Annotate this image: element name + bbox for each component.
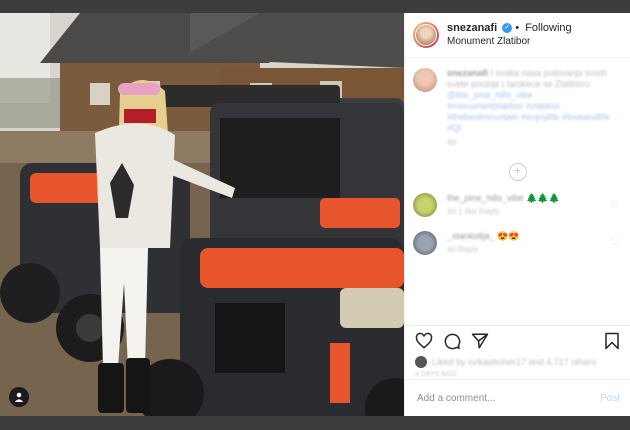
add-comment-bar: Post: [405, 379, 630, 416]
caption-avatar[interactable]: [413, 68, 437, 92]
author-avatar[interactable]: [413, 22, 439, 48]
comments-feed[interactable]: snezanafi I svaka nasa putovanja smoh sv…: [405, 58, 630, 324]
post-modal: snezanafi ✓ • Following Monument Zlatibo…: [0, 13, 630, 416]
post-comment-button[interactable]: Post: [600, 393, 620, 404]
reply-button[interactable]: Reply: [479, 207, 499, 216]
post-location[interactable]: Monument Zlatibor: [447, 35, 572, 48]
likes-text: Liked by svikasboher17 and 4,717 others: [432, 357, 597, 367]
post-date: 4 DAYS AGO: [415, 371, 457, 378]
post-header: snezanafi ✓ • Following Monument Zlatibo…: [405, 13, 630, 58]
person-tag-icon: [14, 392, 24, 402]
caption-hashtags[interactable]: #monumentzlatibor #zlatibor #thebestmoun…: [447, 101, 610, 133]
bookmark-icon[interactable]: [604, 332, 620, 350]
liker-avatar: [415, 356, 427, 368]
caption-meta: 4d: [447, 138, 456, 147]
comment-age: 4d: [447, 207, 456, 216]
author-username[interactable]: snezanafi: [447, 22, 497, 34]
comment-item: the_pine_hills_vibe 🌲🌲🌲 4d 1 like Reply …: [413, 193, 622, 217]
post-caption: snezanafi I svaka nasa putovanja smoh sv…: [413, 68, 622, 148]
comment-username[interactable]: the_pine_hills_vibe: [447, 193, 524, 203]
author-info: snezanafi ✓ • Following Monument Zlatibo…: [447, 22, 572, 48]
comment-heart-icon[interactable]: ♡: [610, 237, 618, 248]
follow-separator: •: [515, 22, 520, 34]
following-button[interactable]: Following: [525, 22, 571, 34]
post-photo[interactable]: [0, 13, 404, 416]
comment-age: 4d: [447, 245, 456, 254]
comment-heart-icon[interactable]: ♡: [610, 199, 618, 210]
verified-badge-icon: ✓: [502, 23, 513, 34]
comment-text: 🌲🌲🌲: [526, 193, 560, 203]
comment-body: _stankolija_ 😍😍 4d Reply: [447, 231, 519, 254]
comment-avatar[interactable]: [413, 193, 437, 217]
comment-text: 😍😍: [497, 231, 520, 241]
comment-likes[interactable]: 1 like: [458, 207, 477, 216]
photo-scene: [0, 13, 404, 416]
comment-icon[interactable]: [443, 332, 461, 350]
load-more-comments-button[interactable]: +: [508, 163, 527, 181]
comment-body: the_pine_hills_vibe 🌲🌲🌲 4d 1 like Reply: [447, 193, 560, 216]
reply-button[interactable]: Reply: [458, 245, 478, 254]
heart-icon[interactable]: [415, 332, 433, 350]
comment-avatar[interactable]: [413, 231, 437, 255]
post-side-panel: snezanafi ✓ • Following Monument Zlatibo…: [404, 13, 630, 416]
caption-body: snezanafi I svaka nasa putovanja smoh sv…: [447, 68, 622, 148]
likes-summary[interactable]: Liked by svikasboher17 and 4,717 others: [415, 356, 596, 368]
caption-mention[interactable]: @the_pine_hills_vibe: [447, 90, 533, 100]
post-actions-bar: [405, 325, 630, 356]
comment-username[interactable]: _stankolija_: [447, 231, 495, 241]
share-icon[interactable]: [471, 332, 489, 350]
caption-username[interactable]: snezanafi: [447, 68, 488, 78]
comment-item: _stankolija_ 😍😍 4d Reply ♡: [413, 231, 622, 255]
add-comment-input[interactable]: [415, 391, 600, 405]
tagged-people-button[interactable]: [9, 387, 29, 407]
